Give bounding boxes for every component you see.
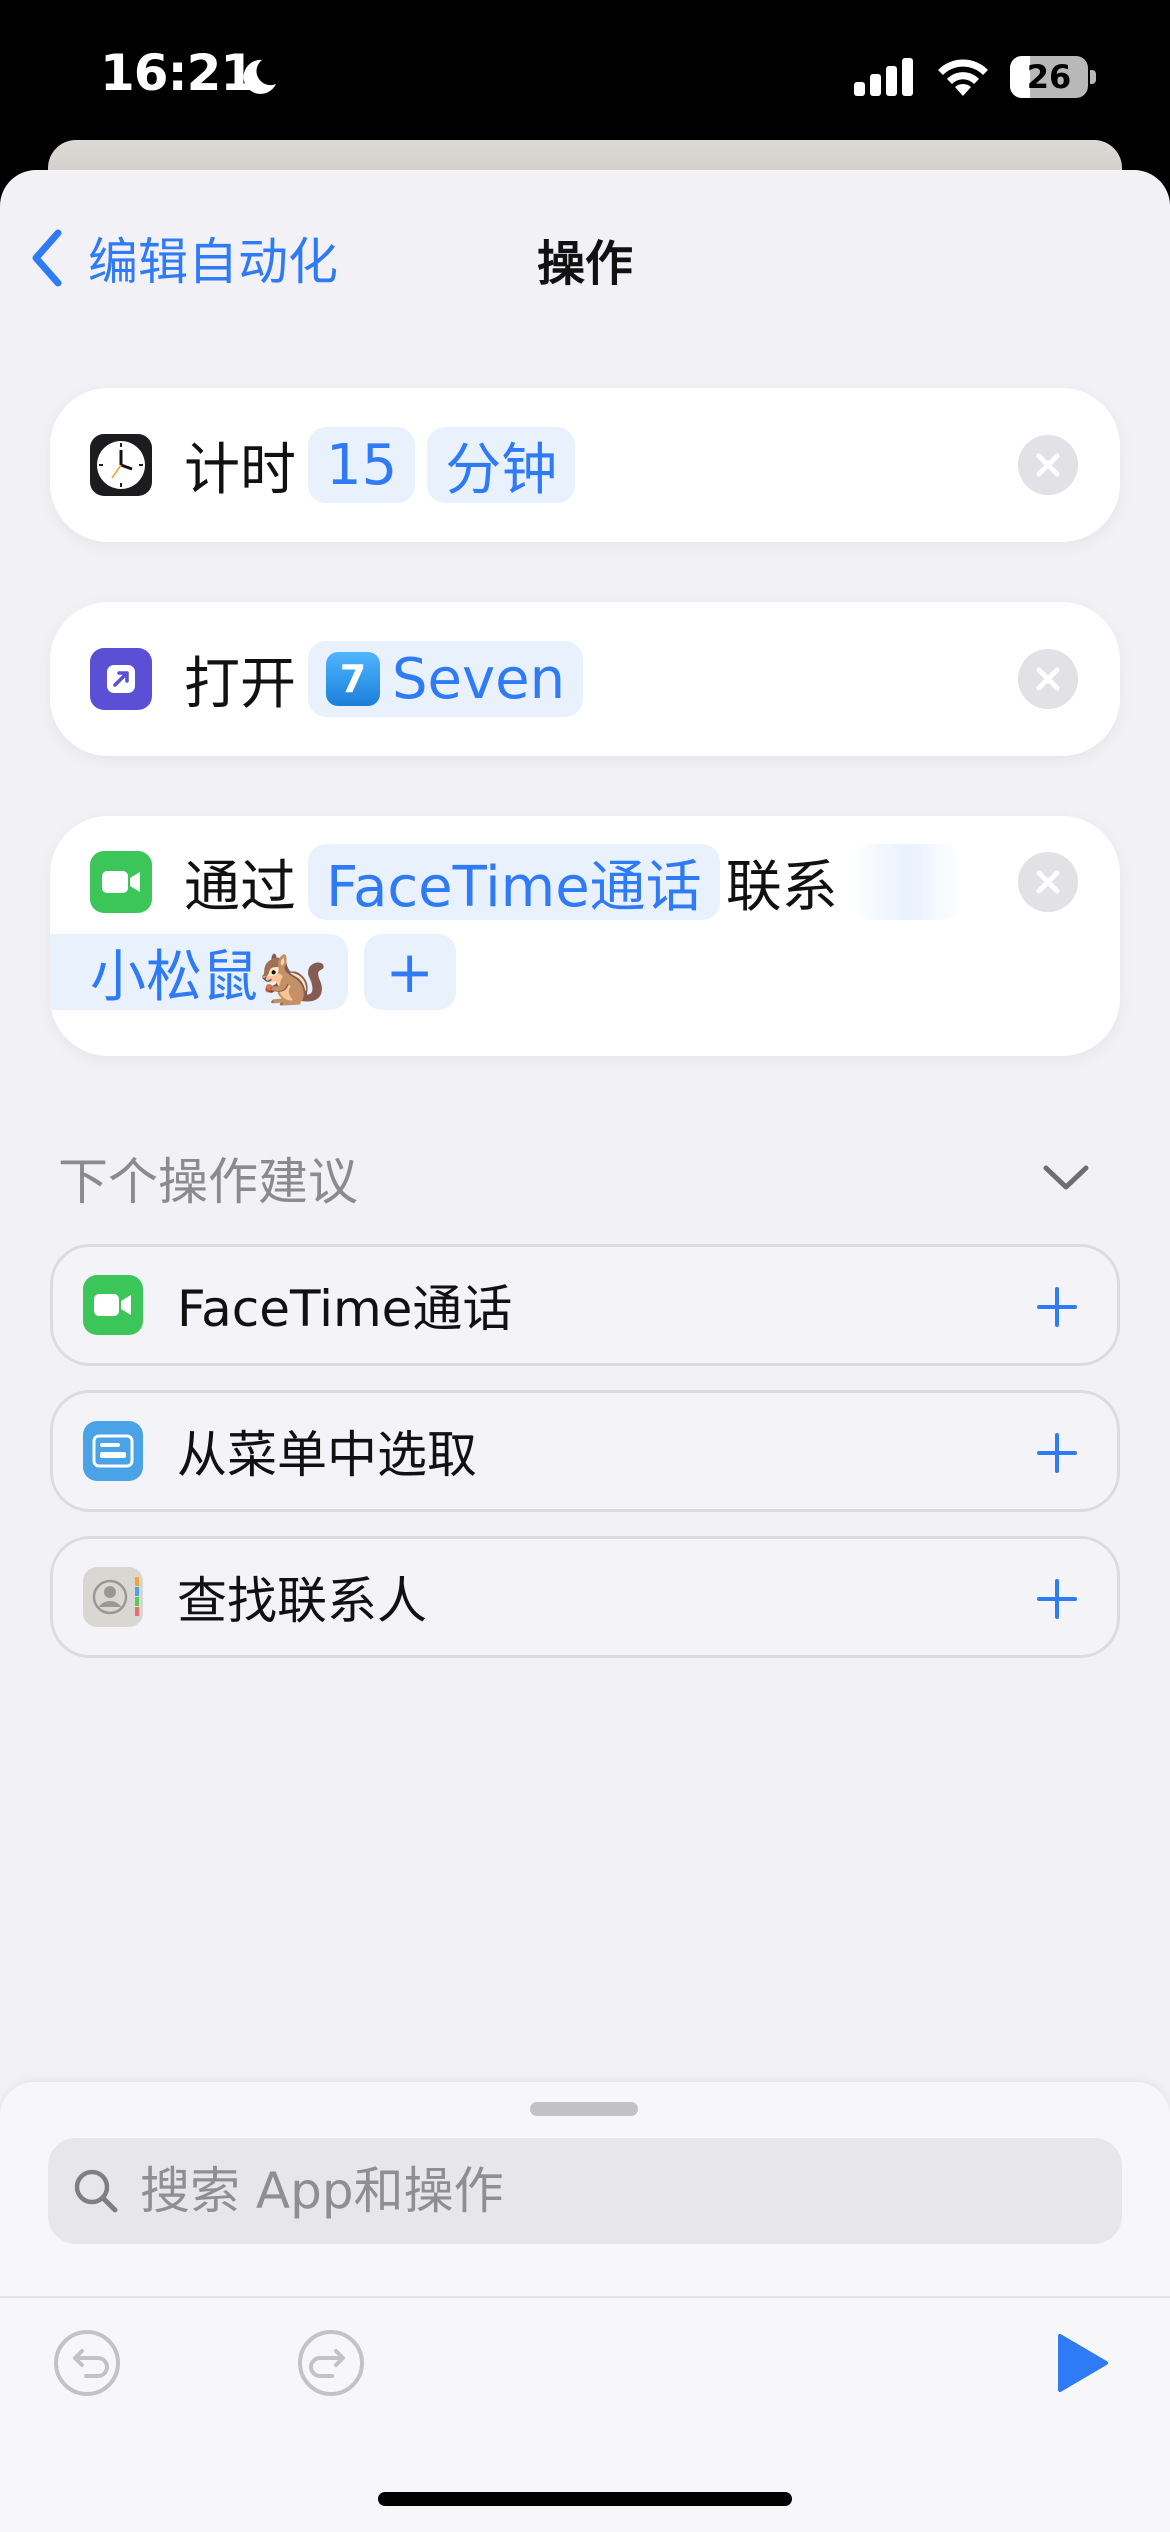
action-card-open-app[interactable]: 打开 7 Seven <box>50 602 1120 756</box>
home-indicator <box>378 2492 792 2506</box>
clock-icon <box>90 434 152 496</box>
close-icon <box>1036 667 1060 691</box>
action-card-facetime[interactable]: 通过 FaceTime通话 联系 小松鼠🐿️ + <box>50 816 1120 1056</box>
status-bar: 16:21 26 <box>0 0 1170 150</box>
search-bar[interactable] <box>48 2138 1122 2244</box>
contact-token[interactable]: 小松鼠🐿️ <box>50 934 348 1010</box>
duration-unit-token[interactable]: 分钟 <box>427 427 576 503</box>
menu-icon <box>83 1421 143 1481</box>
redo-icon[interactable] <box>296 2328 366 2398</box>
play-icon[interactable] <box>1054 2332 1110 2394</box>
close-icon <box>1036 870 1060 894</box>
add-contact-button[interactable]: + <box>363 934 456 1010</box>
facetime-icon <box>90 851 152 913</box>
remove-action-button[interactable] <box>1018 649 1078 709</box>
divider <box>0 2296 1170 2298</box>
action-verb: 打开 <box>184 651 296 717</box>
action-card-timer[interactable]: 计时 15 分钟 <box>50 388 1120 542</box>
wifi-icon <box>938 59 988 96</box>
battery-percent: 26 <box>1026 58 1072 96</box>
suggestions-header: 下个操作建议 <box>58 1153 358 1211</box>
sheet-grabber[interactable] <box>530 2102 638 2116</box>
suggestion-choose-from-menu[interactable]: 从菜单中选取 <box>50 1390 1120 1512</box>
status-time: 16:21 <box>100 44 255 102</box>
cellular-signal-icon <box>854 58 913 96</box>
contacts-icon <box>83 1567 143 1627</box>
action-verb: 计时 <box>184 437 296 503</box>
suggestion-label: 从菜单中选取 <box>177 1426 477 1484</box>
suggestion-label: FaceTime通话 <box>177 1280 513 1338</box>
open-app-icon <box>90 648 152 710</box>
page-title: 操作 <box>536 236 633 292</box>
call-type-token[interactable]: FaceTime通话 <box>308 844 720 920</box>
action-verb: 通过 <box>184 854 296 920</box>
plus-icon[interactable] <box>1027 1569 1087 1629</box>
plus-icon[interactable] <box>1027 1423 1087 1483</box>
undo-icon[interactable] <box>52 2328 122 2398</box>
suggestion-label: 查找联系人 <box>177 1572 427 1630</box>
moon-icon <box>243 59 276 94</box>
close-icon <box>1036 453 1060 477</box>
bottom-panel <box>0 2082 1170 2532</box>
search-icon <box>74 2169 118 2213</box>
app-name: Seven <box>392 646 566 712</box>
remove-action-button[interactable] <box>1018 852 1078 912</box>
duration-value-token[interactable]: 15 <box>308 427 416 503</box>
remove-action-button[interactable] <box>1018 435 1078 495</box>
plus-icon[interactable] <box>1027 1277 1087 1337</box>
suggestion-find-contacts[interactable]: 查找联系人 <box>50 1536 1120 1658</box>
action-connector: 联系 <box>725 854 838 920</box>
seven-app-icon: 7 <box>326 652 380 706</box>
facetime-icon <box>83 1275 143 1335</box>
contact-token-fade <box>851 844 962 920</box>
suggestion-facetime[interactable]: FaceTime通话 <box>50 1244 1120 1366</box>
search-input[interactable] <box>140 2151 1040 2231</box>
chevron-down-icon[interactable] <box>1040 1160 1092 1194</box>
battery-indicator: 26 <box>1010 56 1096 98</box>
app-token[interactable]: 7 Seven <box>308 641 584 717</box>
